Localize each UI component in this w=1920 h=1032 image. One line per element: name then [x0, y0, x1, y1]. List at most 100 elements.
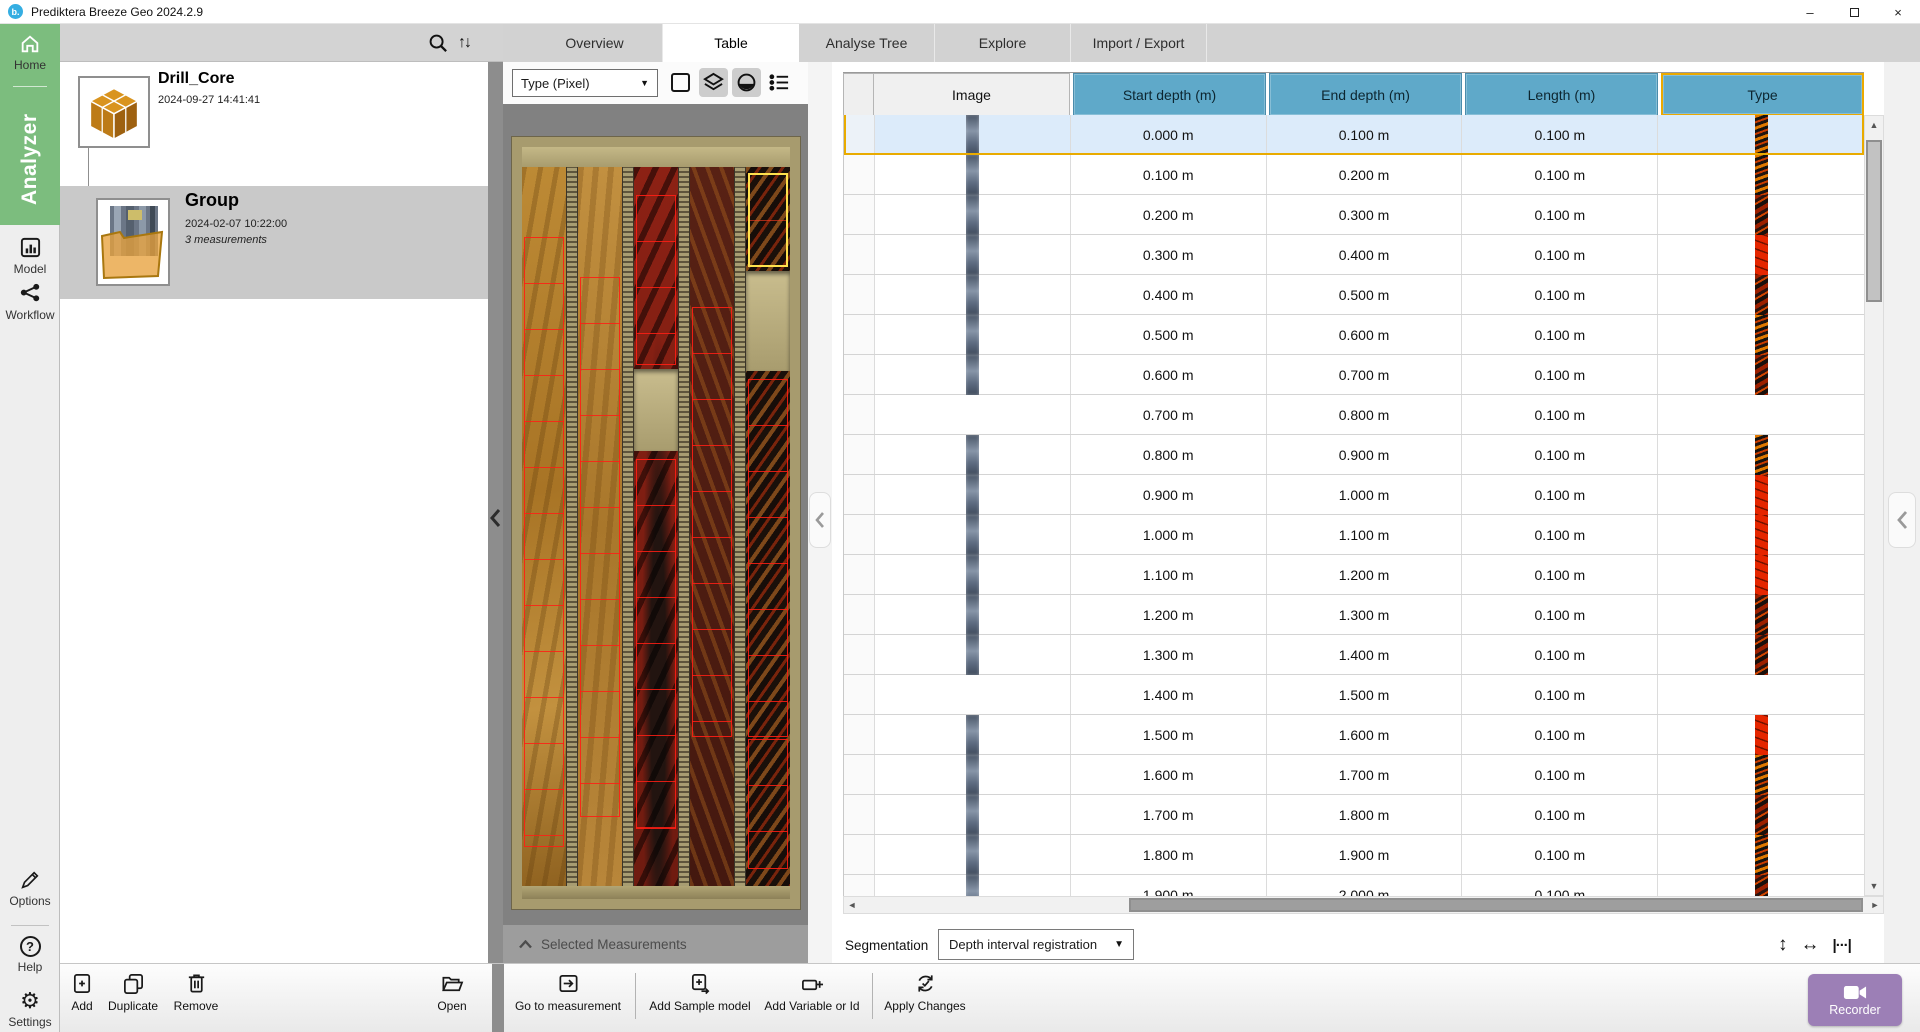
cell-start-depth: 1.400 m	[1071, 675, 1267, 714]
table-row[interactable]: 0.900 m 1.000 m 0.100 m	[844, 475, 1864, 515]
sidebar-item-home[interactable]: Home	[0, 33, 60, 72]
tab-overview[interactable]: Overview	[527, 24, 663, 62]
row-selector-cell[interactable]	[844, 155, 875, 194]
resize-horizontal-icon[interactable]: ↔	[1801, 934, 1820, 956]
column-header-end-depth[interactable]: End depth (m)	[1269, 73, 1462, 116]
table-row[interactable]: 0.200 m 0.300 m 0.100 m	[844, 195, 1864, 235]
table-row[interactable]: 1.400 m 1.500 m 0.100 m	[844, 675, 1864, 715]
sidebar-item-options[interactable]: Options	[0, 869, 60, 908]
table-row[interactable]: 0.400 m 0.500 m 0.100 m	[844, 275, 1864, 315]
add-button[interactable]: Add	[62, 972, 102, 1013]
table-row[interactable]: 1.900 m 2.000 m 0.100 m	[844, 875, 1864, 896]
table-row[interactable]: 0.600 m 0.700 m 0.100 m	[844, 355, 1864, 395]
row-selector-cell[interactable]	[844, 595, 875, 634]
row-selector-cell[interactable]	[844, 515, 875, 554]
open-button[interactable]: Open	[430, 972, 474, 1013]
column-header-type[interactable]: Type	[1661, 73, 1864, 116]
recorder-button[interactable]: Recorder	[1808, 974, 1902, 1026]
table-row[interactable]: 1.700 m 1.800 m 0.100 m	[844, 795, 1864, 835]
duplicate-button[interactable]: Duplicate	[101, 972, 165, 1013]
panel-splitter[interactable]	[488, 62, 503, 1032]
table-row[interactable]: 0.700 m 0.800 m 0.100 m	[844, 395, 1864, 435]
maximize-button[interactable]	[1832, 0, 1876, 24]
row-selector-cell[interactable]	[844, 835, 875, 874]
table-row[interactable]: 1.800 m 1.900 m 0.100 m	[844, 835, 1864, 875]
row-selector-cell[interactable]	[844, 435, 875, 474]
tab-explore[interactable]: Explore	[935, 24, 1071, 62]
row-selector-cell[interactable]	[844, 355, 875, 394]
add-sample-model-button[interactable]: Add Sample model	[641, 972, 759, 1013]
row-selector-cell[interactable]	[844, 235, 875, 274]
row-selector-cell[interactable]	[844, 275, 875, 314]
row-selector-cell[interactable]	[844, 635, 875, 674]
row-selector-cell[interactable]	[844, 875, 875, 896]
core-column	[522, 167, 566, 886]
table-row[interactable]: 1.200 m 1.300 m 0.100 m	[844, 595, 1864, 635]
contrast-view-button[interactable]	[732, 68, 761, 97]
add-variable-or-id-button[interactable]: Add Variable or Id	[755, 972, 869, 1013]
go-to-measurement-button[interactable]: Go to measurement	[506, 972, 630, 1013]
core-image-viewer[interactable]	[503, 104, 808, 925]
table-row[interactable]: 1.100 m 1.200 m 0.100 m	[844, 555, 1864, 595]
table-row[interactable]: 1.300 m 1.400 m 0.100 m	[844, 635, 1864, 675]
tab-table[interactable]: Table	[663, 24, 799, 62]
list-view-button[interactable]	[765, 68, 794, 97]
row-selector-cell[interactable]	[844, 795, 875, 834]
remove-button[interactable]: Remove	[168, 972, 224, 1013]
tab-import-export[interactable]: Import / Export	[1071, 24, 1207, 62]
table-row[interactable]: 0.800 m 0.900 m 0.100 m	[844, 435, 1864, 475]
table-row[interactable]: 0.000 m 0.100 m 0.100 m	[844, 115, 1864, 155]
column-header-length[interactable]: Length (m)	[1465, 73, 1658, 116]
table-row[interactable]: 1.500 m 1.600 m 0.100 m	[844, 715, 1864, 755]
segmentation-select[interactable]: Depth interval registration ▼	[938, 929, 1134, 960]
sidebar-item-model[interactable]: Model	[0, 236, 60, 276]
library-item-drill-core[interactable]: Drill_Core 2024-09-27 14:41:41	[60, 62, 488, 186]
row-selector-cell[interactable]	[844, 555, 875, 594]
tab-analyse-tree[interactable]: Analyse Tree	[799, 24, 935, 62]
layers-view-button[interactable]	[699, 68, 728, 97]
table-row[interactable]: 0.300 m 0.400 m 0.100 m	[844, 235, 1864, 275]
scroll-down-arrow-icon[interactable]: ▼	[1865, 877, 1883, 895]
scroll-left-arrow-icon[interactable]: ◄	[844, 897, 860, 913]
scroll-right-arrow-icon[interactable]: ►	[1867, 897, 1883, 913]
row-selector-cell[interactable]	[844, 395, 875, 434]
table-row[interactable]: 1.600 m 1.700 m 0.100 m	[844, 755, 1864, 795]
row-selector-cell[interactable]	[844, 715, 875, 754]
table-row[interactable]: 1.000 m 1.100 m 0.100 m	[844, 515, 1864, 555]
fit-width-icon[interactable]: |···|	[1833, 937, 1851, 954]
row-selector-cell[interactable]	[844, 195, 875, 234]
selected-measurements-bar[interactable]: Selected Measurements	[503, 925, 808, 963]
scroll-up-arrow-icon[interactable]: ▲	[1865, 116, 1883, 134]
sidebar-item-help[interactable]: ? Help	[0, 936, 60, 974]
vertical-scrollbar-thumb[interactable]	[1866, 140, 1882, 302]
cell-start-depth: 0.100 m	[1071, 155, 1267, 194]
row-selector-cell[interactable]	[844, 115, 875, 154]
search-icon[interactable]	[428, 33, 449, 54]
horizontal-scrollbar-thumb[interactable]	[1129, 898, 1863, 912]
column-header-image[interactable]: Image	[874, 73, 1070, 116]
table-row[interactable]: 0.100 m 0.200 m 0.100 m	[844, 155, 1864, 195]
sidebar-item-workflow[interactable]: Workflow	[0, 282, 60, 322]
column-header-start-depth[interactable]: Start depth (m)	[1073, 73, 1266, 116]
close-button[interactable]: ×	[1876, 0, 1920, 24]
row-selector-cell[interactable]	[844, 675, 875, 714]
layer-select[interactable]: Type (Pixel) ▼	[512, 69, 658, 97]
table-horizontal-scrollbar[interactable]: ◄ ►	[843, 896, 1884, 914]
collapse-viewer-icon[interactable]	[809, 492, 831, 548]
collapse-right-icon[interactable]	[1888, 492, 1916, 548]
table-row[interactable]: 0.500 m 0.600 m 0.100 m	[844, 315, 1864, 355]
table-vertical-scrollbar[interactable]: ▲ ▼	[1864, 115, 1884, 896]
apply-changes-button[interactable]: Apply Changes	[877, 972, 973, 1013]
sidebar-item-settings[interactable]: ⚙ Settings	[0, 990, 60, 1029]
minimize-button[interactable]: –	[1788, 0, 1832, 24]
row-selector-cell[interactable]	[844, 315, 875, 354]
row-selector-cell[interactable]	[844, 755, 875, 794]
table-header: Image Start depth (m) End depth (m) Leng…	[843, 72, 1864, 115]
collapse-left-panel-icon[interactable]	[488, 496, 503, 540]
sort-icon[interactable]: ↑↓	[458, 34, 470, 52]
row-selector-cell[interactable]	[844, 475, 875, 514]
library-item-group[interactable]: Group 2024-02-07 10:22:00 3 measurements	[60, 186, 488, 299]
resize-vertical-icon[interactable]: ↕	[1778, 934, 1788, 956]
frame-view-button[interactable]	[666, 68, 695, 97]
row-selector-header[interactable]	[843, 73, 874, 116]
